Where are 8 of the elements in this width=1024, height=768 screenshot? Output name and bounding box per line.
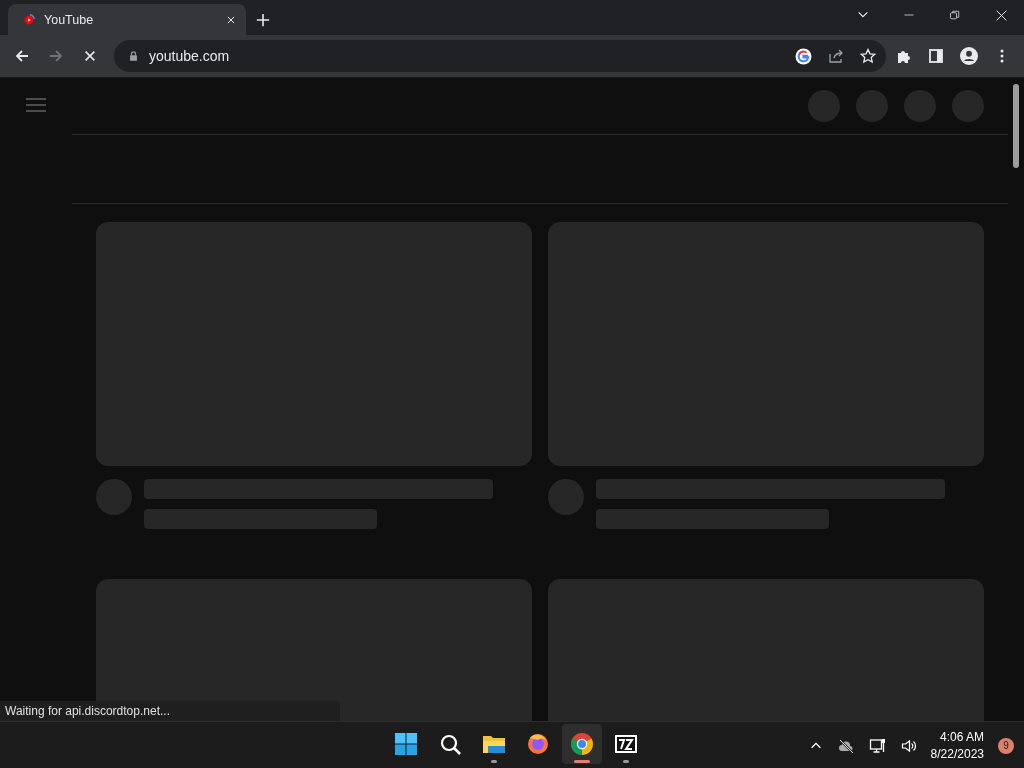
address-bar[interactable]: youtube.com xyxy=(114,40,886,72)
notification-badge[interactable]: 9 xyxy=(998,737,1014,754)
url-text: youtube.com xyxy=(149,48,231,64)
clock-date: 8/22/2023 xyxy=(930,745,984,763)
browser-tab[interactable]: YouTube xyxy=(8,4,246,35)
clock-time: 4:06 AM xyxy=(939,728,984,746)
status-text: Waiting for api.discordtop.net... xyxy=(5,704,170,718)
clock[interactable]: 4:06 AM 8/22/2023 xyxy=(930,728,984,763)
